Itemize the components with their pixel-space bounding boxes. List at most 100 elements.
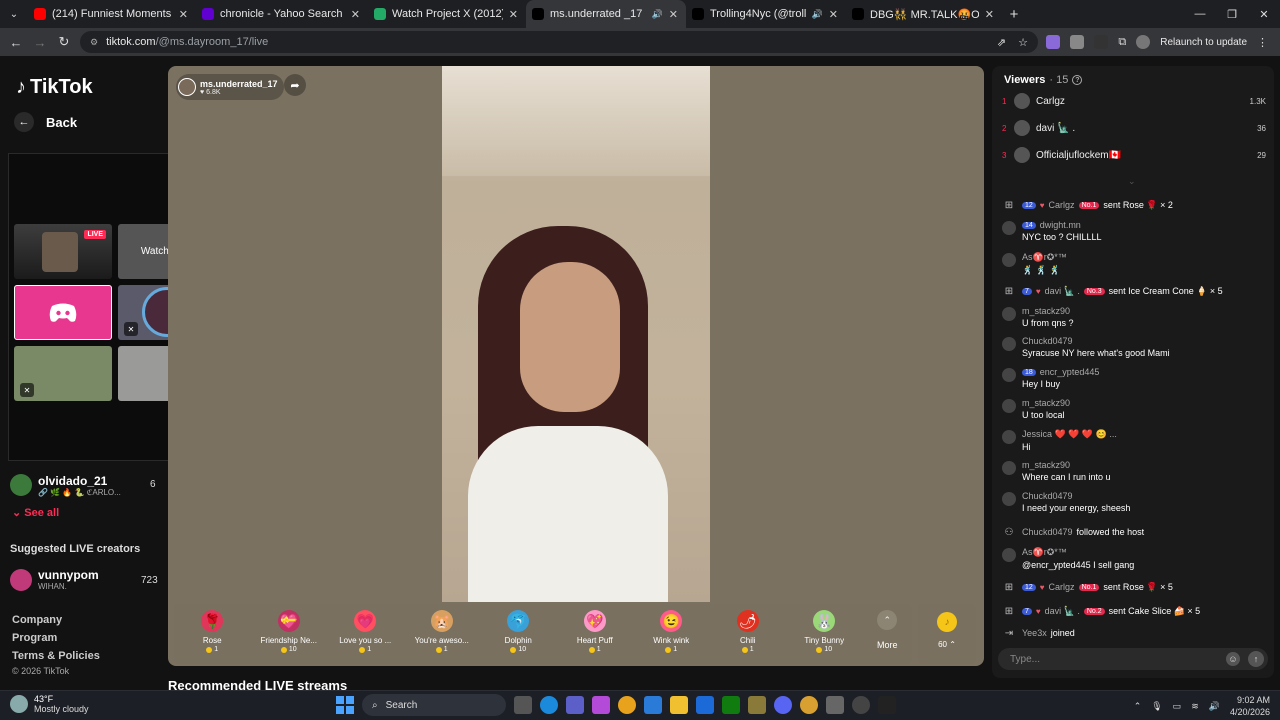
footer-link-terms[interactable]: Terms & Policies (12, 650, 100, 662)
send-icon[interactable]: ↑ (1248, 651, 1264, 667)
copilot-icon[interactable] (592, 696, 610, 714)
gift-item[interactable]: 🌶 Chili 1 (710, 608, 787, 653)
url-bar[interactable]: ⚙ tiktok.com/@ms.dayroom_17/live ⇗ ☆ (80, 31, 1038, 53)
microphone-icon[interactable]: 🎙 (1151, 701, 1162, 712)
more-menu-icon[interactable]: ⋮ (1257, 36, 1268, 49)
speaker-icon[interactable]: 🔊 (812, 9, 823, 20)
bookmark-star-icon[interactable]: ☆ (1018, 36, 1028, 49)
store-icon[interactable] (644, 696, 662, 714)
tab-close-icon[interactable]: ✕ (179, 8, 188, 21)
gift-item[interactable]: 🐰 Tiny Bunny 10 (786, 608, 863, 653)
info-icon[interactable]: ? (1072, 75, 1083, 85)
chat-username[interactable]: As♈r✪*™ (1022, 547, 1067, 558)
open-in-app-icon[interactable]: ⇗ (997, 36, 1006, 49)
chat-username[interactable]: dwight.mn (1040, 220, 1081, 230)
extension-icon[interactable] (1070, 35, 1085, 49)
gift-item[interactable]: 💝 Friendship Ne... 10 (251, 608, 328, 653)
tab-close-icon[interactable]: ✕ (829, 8, 838, 21)
watch-label[interactable]: Watch (141, 246, 169, 257)
following-item[interactable]: olvidado_21 🔗 🌿 🔥 🐍 ℭARLO... (10, 472, 160, 498)
back-button[interactable]: ← Back (14, 112, 77, 132)
taskbar-search[interactable]: ⌕ Search (362, 694, 506, 716)
tab-close-icon[interactable]: ✕ (985, 8, 994, 21)
forward-arrow-icon[interactable]: → (28, 35, 52, 50)
back-arrow-icon[interactable]: ← (4, 35, 28, 50)
restore-icon[interactable]: ❐ (1216, 0, 1248, 28)
site-info-icon[interactable]: ⚙ (90, 37, 98, 48)
xbox-icon[interactable] (722, 696, 740, 714)
reload-icon[interactable]: ↻ (52, 34, 76, 50)
emoji-icon[interactable]: ☺ (1226, 652, 1240, 666)
epic-games-icon[interactable] (878, 696, 896, 714)
extensions-puzzle-icon[interactable]: ⧉ (1118, 36, 1126, 49)
host-info[interactable]: ms.underrated_17 ♥ 6.8K (176, 74, 284, 100)
preview-thumbnail[interactable]: ✕ (14, 346, 112, 401)
volume-icon[interactable]: 🔊 (1209, 701, 1220, 712)
chrome-icon[interactable] (618, 696, 636, 714)
browser-tab[interactable]: DBG👯 MR.TALK🤬OF T DA🔥 ✕ (846, 0, 1002, 28)
app-icon[interactable] (696, 696, 714, 714)
profile-avatar[interactable] (1136, 35, 1151, 49)
browser-tab[interactable]: ms.underrated _17 (@ms.da 🔊 ✕ (526, 0, 686, 28)
top-viewer-row[interactable]: 2 davi 🗽 . 36 (1002, 119, 1266, 137)
chat-input[interactable]: Type... ☺ ↑ (998, 648, 1268, 670)
settings-icon[interactable] (826, 696, 844, 714)
tab-close-icon[interactable]: ✕ (509, 8, 518, 21)
chat-username[interactable]: encr_ypted445 (1040, 367, 1100, 377)
extension-icon[interactable] (1046, 35, 1061, 49)
tab-search-icon[interactable]: ⌄ (0, 0, 28, 28)
chat-username[interactable]: m_stackz90 (1022, 460, 1070, 470)
gift-item[interactable]: 😉 Wink wink 1 (633, 608, 710, 653)
chat-username[interactable]: davi 🗽 . (1045, 286, 1080, 297)
clock[interactable]: 9:02 AM 4/20/2026 (1230, 694, 1270, 718)
chat-username[interactable]: Carlgz (1049, 582, 1075, 592)
footer-link-program[interactable]: Program (12, 632, 100, 644)
display-icon[interactable]: ▭ (1173, 701, 1182, 712)
app-icon[interactable] (852, 696, 870, 714)
chat-username[interactable]: Carlgz (1049, 200, 1075, 210)
more-gifts-button[interactable]: ⌃ More (863, 608, 913, 650)
gift-item[interactable]: 🐹 You're aweso... 1 (404, 608, 481, 653)
chevron-down-icon[interactable]: ⌄ (1128, 176, 1136, 187)
browser-tab[interactable]: (214) Funniest Moments On Po ✕ (28, 0, 196, 28)
top-viewer-row[interactable]: 1 Carlgz 1.3K (1002, 92, 1266, 110)
chat-username[interactable]: Jessica ❤️ ❤️ ❤️ 😊 ... (1022, 429, 1117, 440)
speaker-icon[interactable]: 🔊 (652, 9, 663, 20)
minimize-icon[interactable]: — (1184, 0, 1216, 28)
file-explorer-icon[interactable] (670, 696, 688, 714)
chat-username[interactable]: Chuckd0479 (1022, 527, 1073, 537)
gift-item[interactable]: 🐬 Dolphin 10 (480, 608, 557, 653)
edge-icon[interactable] (540, 696, 558, 714)
app-icon[interactable] (748, 696, 766, 714)
share-icon[interactable]: ➦ (284, 74, 306, 96)
chat-username[interactable]: davi 🗽 . (1045, 606, 1080, 617)
chat-username[interactable]: Chuckd0479 (1022, 336, 1073, 346)
tab-close-icon[interactable]: ✕ (669, 8, 678, 21)
chat-username[interactable]: Chuckd0479 (1022, 491, 1073, 501)
browser-tab[interactable]: Trolling4Nyc (@trolling4ny 🔊 ✕ (686, 0, 846, 28)
discord-thumbnail[interactable] (14, 285, 112, 340)
gift-item[interactable]: 🌹 Rose 1 (174, 608, 251, 653)
chat-username[interactable]: Yee3x (1022, 628, 1047, 638)
coin-balance-button[interactable]: ♪ 60 ⌃ (918, 604, 976, 664)
task-view-icon[interactable] (514, 696, 532, 714)
live-video-player[interactable]: ms.underrated_17 ♥ 6.8K ➦ 🌹 Rose 1 💝 Friends… (168, 66, 984, 666)
preview-thumbnail[interactable]: LIVE (14, 224, 112, 279)
chat-username[interactable]: m_stackz90 (1022, 306, 1070, 316)
suggested-item[interactable]: vunnypom WIHAN. (10, 568, 158, 591)
wifi-icon[interactable]: ≋ (1191, 701, 1199, 712)
see-all-link[interactable]: ⌄ See all (12, 506, 59, 519)
top-viewer-row[interactable]: 3 Officialjuflockem🇨🇦 29 (1002, 146, 1266, 164)
teams-icon[interactable] (566, 696, 584, 714)
weather-widget[interactable]: 43°F Mostly cloudy (10, 694, 89, 714)
close-icon[interactable]: ✕ (1248, 0, 1280, 28)
tiktok-logo[interactable]: ♪ TikTok (16, 76, 93, 99)
gift-item[interactable]: 💖 Heart Puff 1 (557, 608, 634, 653)
new-tab-button[interactable]: + (1002, 6, 1026, 23)
browser-tab[interactable]: Watch Project X (2012) For Fre ✕ (368, 0, 526, 28)
extension-icon[interactable] (1094, 35, 1109, 49)
chat-username[interactable]: As♈r✪*™ (1022, 252, 1067, 263)
chat-username[interactable]: m_stackz90 (1022, 398, 1070, 408)
browser-tab[interactable]: chronicle - Yahoo Search Result ✕ (196, 0, 368, 28)
chevron-up-icon[interactable]: ⌃ (1134, 701, 1142, 712)
